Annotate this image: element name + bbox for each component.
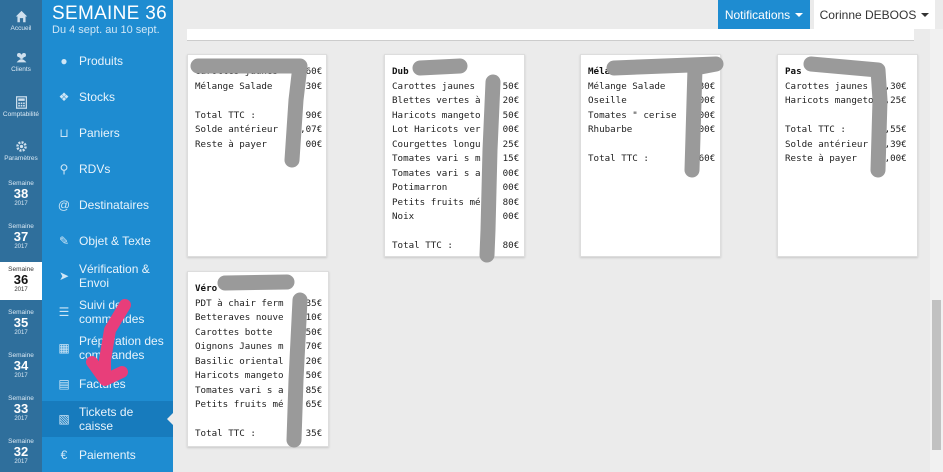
week-number: 35 <box>13 315 29 330</box>
map-marker-icon: ⚲ <box>59 162 69 176</box>
week-year: 2017 <box>14 416 28 422</box>
clients-label: Clients <box>11 66 31 73</box>
chevron-down-icon <box>795 12 804 17</box>
pencil-icon: ✎ <box>58 234 70 248</box>
week-36-link[interactable]: Semaine 36 2017 <box>0 262 42 300</box>
ticket-lines: Carottes jaunes 50€ Blettes vertes à 20€… <box>392 80 520 252</box>
week-number: 36 <box>13 272 29 287</box>
calculator-icon <box>15 96 27 109</box>
ticket-card: Dub Carottes jaunes 50€ Blettes vertes à… <box>384 54 525 257</box>
home-icon <box>15 10 27 23</box>
settings-label: Paramètres <box>4 155 38 162</box>
ticket-card: Véro PDT à chair ferm 35€ Betteraves nou… <box>187 271 329 447</box>
file-icon: ▤ <box>58 377 70 391</box>
left-rail: Accueil Clients Comptabilité Paramètres … <box>0 0 42 472</box>
apple-icon: ● <box>60 54 68 68</box>
menu-item-rdvs[interactable]: ⚲ RDVs <box>42 160 173 178</box>
ticket-card: Carottes jaunes 60€ Mélange Salade 30€ T… <box>187 54 327 257</box>
week-title: SEMAINE 36 <box>52 3 167 24</box>
week-year: 2017 <box>14 287 28 293</box>
top-navbar: Notifications Corinne DEBOOS <box>173 0 943 29</box>
week-menu: SEMAINE 36 Du 4 sept. au 10 sept. ● Prod… <box>42 0 174 472</box>
menu-item-stocks[interactable]: ❖ Stocks <box>42 88 173 106</box>
clients-link[interactable]: Clients <box>0 51 42 73</box>
basket-icon: ⊔ <box>59 126 69 140</box>
ticket-lines: Carottes jaunes 60€ Mélange Salade 30€ T… <box>195 66 323 150</box>
menu-item-verification-envoi[interactable]: ➤ Vérification & Envoi <box>42 261 173 291</box>
week-year: 2017 <box>14 244 28 250</box>
accounting-link[interactable]: Comptabilité <box>0 96 42 118</box>
week-number: 37 <box>13 229 29 244</box>
settings-link[interactable]: Paramètres <box>0 140 42 162</box>
ticket-lines: Mélange Salade 80€ Oseille 00€ Tomates "… <box>588 80 716 165</box>
menu-item-label: Produits <box>79 54 124 68</box>
menu-item-label: Paiements <box>79 448 136 462</box>
accounting-label: Comptabilité <box>2 111 40 118</box>
ticket-lines: PDT à chair ferm 35€ Betteraves nouve 10… <box>195 297 323 440</box>
ticket-card: Pas Carottes jaunes ,30€ Haricots manget… <box>777 54 918 257</box>
ticket-customer-name: Méla <box>588 66 611 77</box>
map-icon: ▦ <box>58 341 70 355</box>
chevron-down-icon <box>921 12 930 17</box>
users-icon <box>16 53 26 63</box>
week-34-link[interactable]: Semaine 34 2017 <box>0 351 42 385</box>
week-32-link[interactable]: Semaine 32 2017 <box>0 437 42 471</box>
week-year: 2017 <box>14 459 28 465</box>
menu-item-objet-texte[interactable]: ✎ Objet & Texte <box>42 232 173 250</box>
menu-item-preparation-commandes[interactable]: ▦ Préparation des commandes <box>42 333 173 363</box>
menu-item-label: Suivi des commandes <box>79 298 145 326</box>
menu-item-produits[interactable]: ● Produits <box>42 52 173 70</box>
week-35-link[interactable]: Semaine 35 2017 <box>0 308 42 342</box>
tickets-content: Carottes jaunes 60€ Mélange Salade 30€ T… <box>173 29 930 472</box>
week-date-range: Du 4 sept. au 10 sept. <box>52 24 160 36</box>
send-icon: ➤ <box>58 269 70 283</box>
week-year: 2017 <box>14 201 28 207</box>
euro-icon: € <box>60 448 68 462</box>
menu-item-label: Vérification & Envoi <box>79 262 150 290</box>
week-number: 32 <box>13 444 29 459</box>
ticket-customer-name: Véro <box>195 283 218 294</box>
menu-item-factures[interactable]: ▤ Factures <box>42 375 173 393</box>
week-33-link[interactable]: Semaine 33 2017 <box>0 394 42 428</box>
week-38-link[interactable]: Semaine 38 2017 <box>0 179 42 213</box>
menu-header: SEMAINE 36 Du 4 sept. au 10 sept. <box>42 0 173 36</box>
user-name: Corinne DEBOOS <box>819 7 917 22</box>
week-37-link[interactable]: Semaine 37 2017 <box>0 222 42 256</box>
ticket-card: Méla Mélange Salade 80€ Oseille 00€ Toma… <box>580 54 721 257</box>
menu-item-label: Objet & Texte <box>79 234 151 248</box>
previous-card-bottom <box>187 29 914 41</box>
week-number: 34 <box>13 358 29 373</box>
notifications-label: Notifications <box>724 7 791 22</box>
ticket-customer-name: Dub <box>392 66 409 77</box>
menu-item-tickets-caisse[interactable]: ▧ Tickets de caisse <box>42 401 174 437</box>
week-number: 38 <box>13 186 29 201</box>
week-year: 2017 <box>14 330 28 336</box>
menu-item-label: Factures <box>79 377 126 391</box>
list-icon: ☰ <box>58 305 70 319</box>
gear-icon <box>15 141 27 152</box>
user-dropdown[interactable]: Corinne DEBOOS <box>814 0 935 29</box>
home-link[interactable]: Accueil <box>0 10 42 32</box>
menu-item-label: Préparation des commandes <box>79 334 164 362</box>
menu-item-suivi-commandes[interactable]: ☰ Suivi des commandes <box>42 297 173 327</box>
home-label: Accueil <box>10 25 32 32</box>
scrollbar-thumb[interactable] <box>932 300 941 450</box>
menu-item-label: Tickets de caisse <box>79 405 134 433</box>
week-year: 2017 <box>14 373 28 379</box>
menu-item-label: RDVs <box>79 162 111 176</box>
ticket-lines: Carottes jaunes ,30€ Haricots mangeto ,2… <box>785 80 907 165</box>
notifications-dropdown[interactable]: Notifications <box>718 0 810 29</box>
menu-item-label: Paniers <box>79 126 120 140</box>
ticket-customer-name: Pas <box>785 66 802 77</box>
menu-item-label: Stocks <box>79 90 116 104</box>
receipt-icon: ▧ <box>58 412 70 426</box>
menu-item-paniers[interactable]: ⊔ Paniers <box>42 124 173 142</box>
menu-item-destinataires[interactable]: @ Destinataires <box>42 196 173 214</box>
at-icon: @ <box>57 198 71 212</box>
week-number: 33 <box>13 401 29 416</box>
menu-item-paiements[interactable]: € Paiements <box>42 446 173 464</box>
cubes-icon: ❖ <box>58 90 70 104</box>
menu-item-label: Destinataires <box>79 198 150 212</box>
